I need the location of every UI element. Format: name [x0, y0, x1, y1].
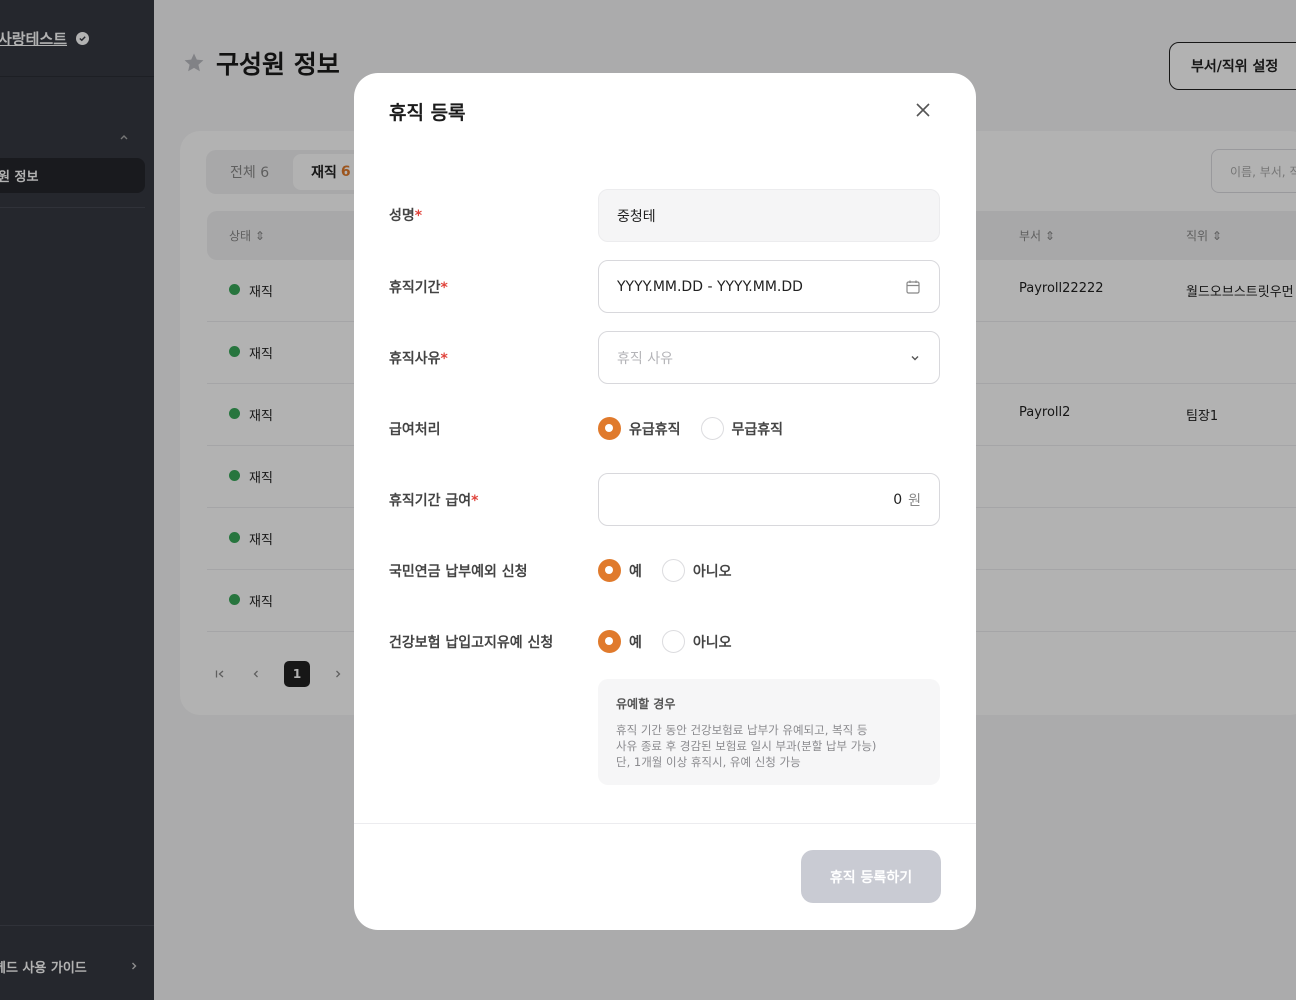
unpaid-leave-radio[interactable]: 무급휴직 [700, 417, 784, 440]
period-placeholder: YYYY.MM.DD - YYYY.MM.DD [617, 278, 803, 295]
notice-line: 휴직 기간 동안 건강보험료 납부가 유예되고, 복직 등 [616, 723, 868, 737]
health-yes-radio[interactable]: 예 [598, 630, 642, 653]
leave-registration-modal: 휴직 등록 성명* 중청테 휴직기간* YYYY.MM.DD - YYYY.MM… [354, 73, 976, 930]
submit-leave-button[interactable]: 휴직 등록하기 [801, 850, 941, 903]
radio-label: 예 [629, 563, 642, 580]
radio-unselected[interactable] [700, 417, 724, 440]
leave-reason-select[interactable]: 휴직 사유 [598, 331, 940, 384]
radio-selected[interactable] [598, 630, 621, 653]
radio-label: 예 [629, 634, 642, 651]
divider [354, 823, 976, 824]
leave-reason-label: 휴직사유* [389, 348, 448, 368]
radio-label: 무급휴직 [731, 421, 784, 438]
radio-label: 아니오 [692, 563, 732, 580]
chevron-down-icon [909, 352, 921, 364]
calendar-icon[interactable] [905, 279, 921, 295]
notice-title: 유예할 경우 [616, 697, 676, 711]
modal-title: 휴직 등록 [389, 102, 466, 124]
radio-label: 유급휴직 [629, 421, 681, 438]
radio-unselected[interactable] [661, 630, 685, 653]
paid-leave-radio[interactable]: 유급휴직 [598, 417, 681, 440]
radio-selected[interactable] [598, 559, 621, 582]
label-text: 성명 [389, 208, 415, 224]
pension-radio-group: 예 아니오 [598, 559, 752, 582]
leave-period-field[interactable]: YYYY.MM.DD - YYYY.MM.DD [598, 260, 940, 313]
label-text: 휴직기간 [389, 280, 441, 296]
name-field[interactable]: 중청테 [598, 189, 940, 242]
health-no-radio[interactable]: 아니오 [661, 630, 732, 653]
pension-yes-radio[interactable]: 예 [598, 559, 642, 582]
salary-unit: 원 [908, 492, 921, 509]
pension-exemption-label: 국민연금 납부예외 신청 [389, 564, 528, 580]
reason-placeholder: 휴직 사유 [617, 350, 673, 367]
notice-line: 단, 1개월 이상 휴직시, 유예 신청 가능 [616, 755, 801, 769]
close-icon[interactable] [912, 99, 934, 121]
label-text: 휴직사유 [389, 351, 441, 367]
deferral-notice: 유예할 경우 휴직 기간 동안 건강보험료 납부가 유예되고, 복직 등 사유 … [598, 679, 940, 785]
required-mark: * [414, 208, 423, 224]
required-mark: * [471, 493, 479, 509]
name-value: 중청테 [617, 208, 656, 225]
health-radio-group: 예 아니오 [598, 630, 752, 653]
health-insurance-label: 건강보험 납입고지유예 신청 [389, 635, 554, 651]
name-label: 성명* [389, 205, 422, 225]
required-mark: * [440, 280, 448, 296]
radio-selected[interactable] [598, 417, 621, 440]
leave-period-label: 휴직기간* [389, 277, 448, 297]
required-mark: * [440, 351, 448, 367]
radio-label: 아니오 [692, 634, 732, 651]
notice-line: 사유 종료 후 경감된 보험료 일시 부과(분할 납부 가능) [616, 739, 877, 753]
pay-radio-group: 유급휴직 무급휴직 [598, 417, 803, 440]
radio-unselected[interactable] [661, 559, 685, 582]
pay-processing-label: 급여처리 [389, 422, 441, 438]
salary-value: 0 [893, 491, 903, 508]
leave-salary-input[interactable]: 0 원 [598, 473, 940, 526]
label-text: 휴직기간 급여 [389, 493, 472, 509]
leave-salary-label: 휴직기간 급여* [389, 490, 478, 510]
pension-no-radio[interactable]: 아니오 [661, 559, 732, 582]
